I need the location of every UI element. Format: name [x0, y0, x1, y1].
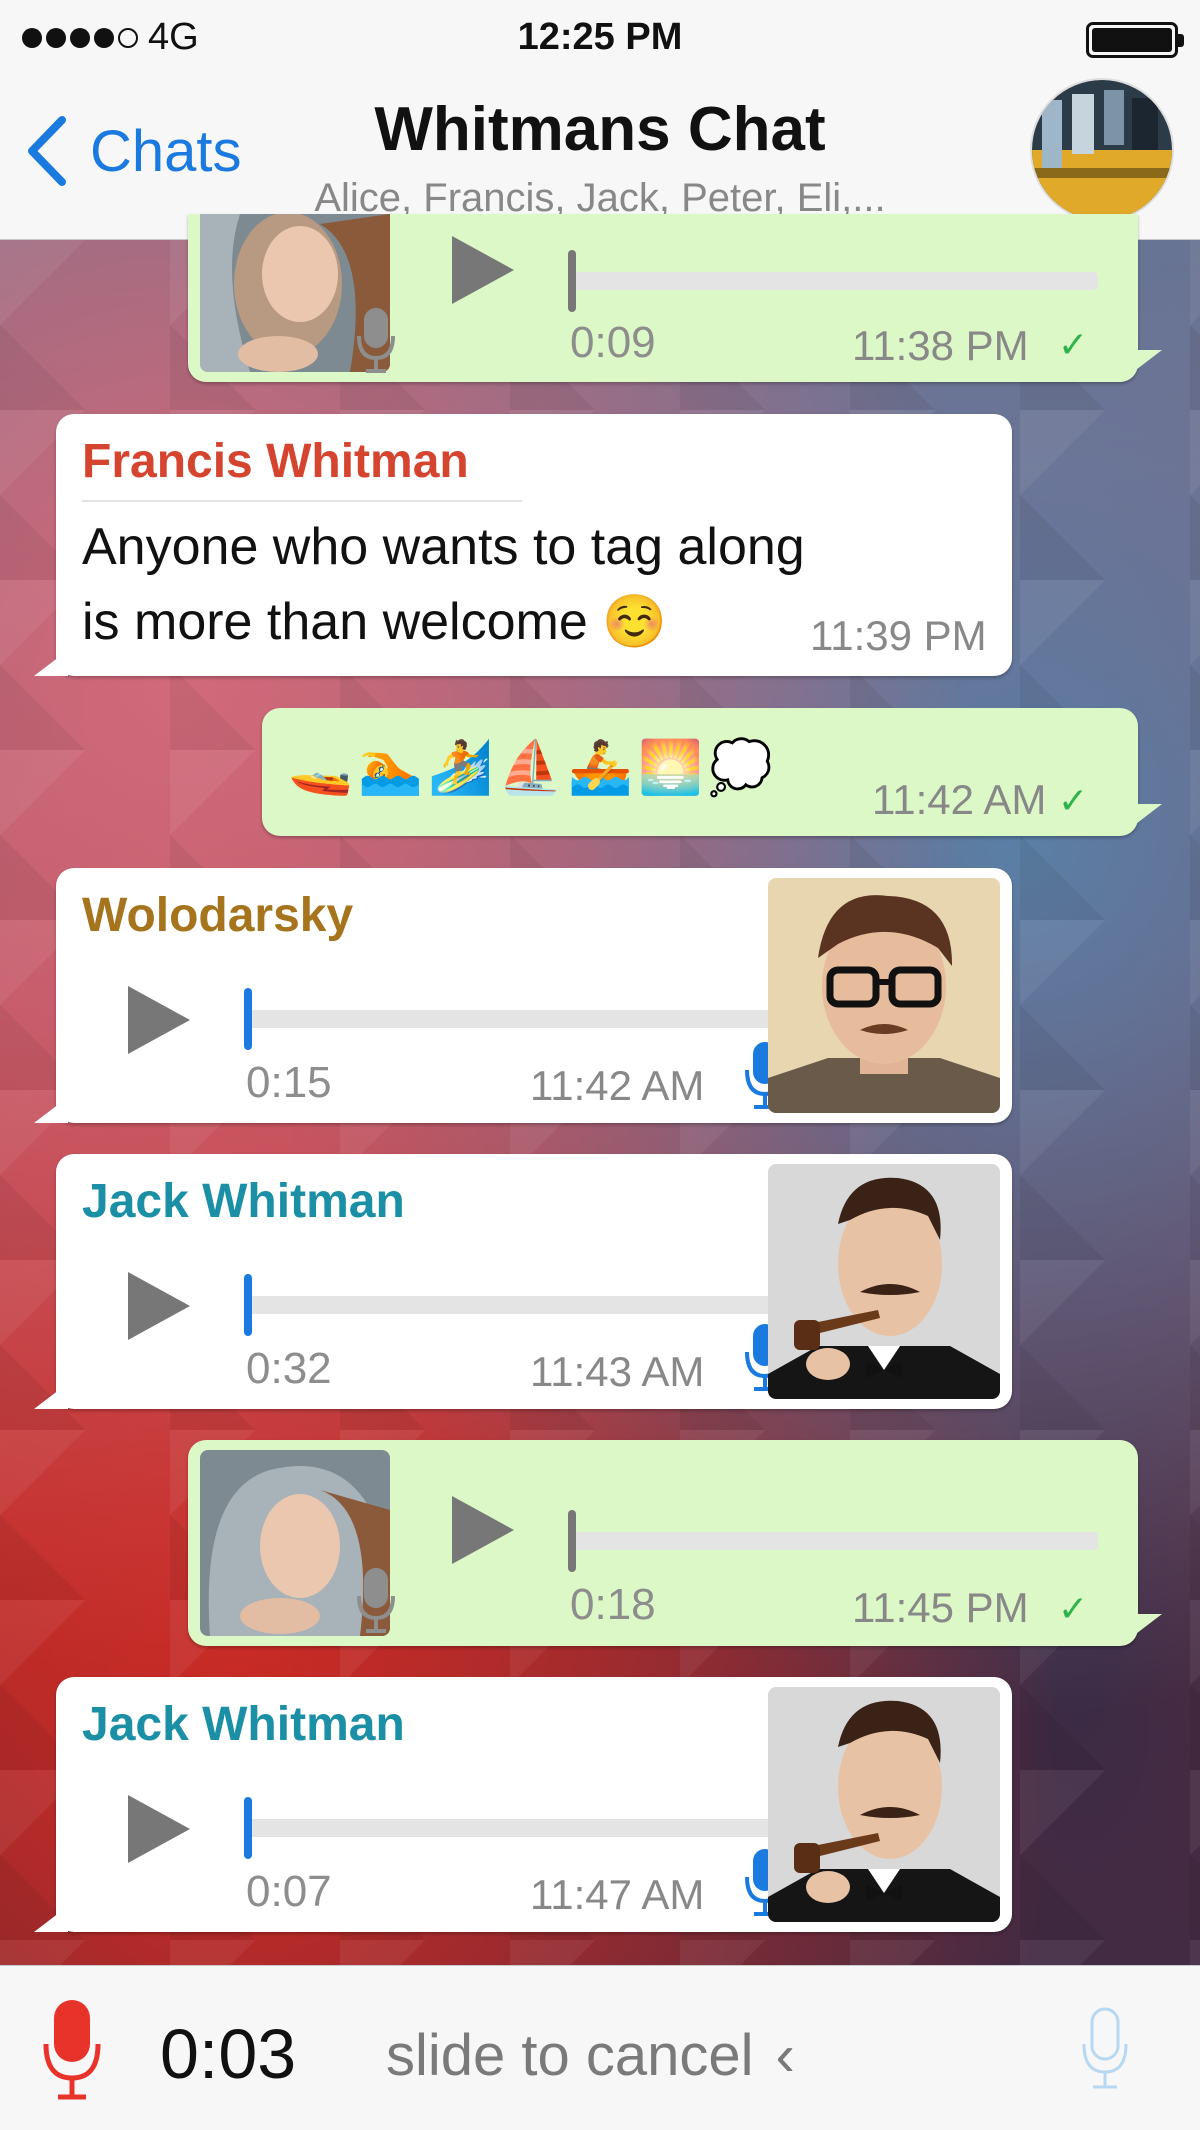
message-time: 11:43 AM	[530, 1348, 705, 1395]
sender-name: Francis Whitman	[82, 435, 469, 488]
sender-name: Wolodarsky	[82, 889, 354, 942]
recording-microphone-icon	[43, 2000, 101, 2100]
message-text: Anyone who wants to tag along is more th…	[82, 510, 805, 660]
chevron-left-icon: ‹	[775, 2023, 795, 2088]
voice-duration: 0:18	[570, 1580, 656, 1629]
microphone-button-icon[interactable]	[1080, 2006, 1130, 2092]
sailboat-emoji: ⛵	[498, 739, 563, 797]
message-time: 11:47 AM	[530, 1871, 705, 1918]
thought-bubble-emoji: 💭	[708, 739, 773, 797]
message-line: is more than welcome ☺️	[82, 593, 667, 651]
emoji-message-outgoing[interactable]: 🚤 🏊 🏄 ⛵ 🚣 🌅 💭 11:42 AM ✓	[262, 708, 1138, 836]
swimmer-emoji: 🏊	[358, 739, 423, 797]
play-icon[interactable]	[452, 1496, 514, 1564]
voice-message-incoming[interactable]: Jack Whitman 0:32 11:43 AM	[34, 1154, 1012, 1409]
voice-message-outgoing[interactable]: 0:18 11:45 PM ✓	[188, 1440, 1138, 1646]
voice-message-incoming[interactable]: Jack Whitman 0:07 11:47 AM	[34, 1677, 1012, 1932]
rowboat-emoji: 🚣	[568, 739, 633, 797]
audio-progress-track[interactable]	[244, 1296, 774, 1314]
message-time: 11:42 AM	[530, 1062, 705, 1109]
play-icon[interactable]	[128, 986, 190, 1054]
voice-duration: 0:32	[246, 1344, 332, 1393]
battery-icon	[1086, 22, 1184, 58]
voice-duration: 0:15	[246, 1058, 332, 1107]
message-time: 11:39 PM	[810, 612, 987, 659]
message-time: 11:38 PM	[852, 322, 1029, 369]
group-avatar[interactable]	[1030, 78, 1174, 222]
surfer-emoji: 🏄	[428, 739, 493, 797]
voice-duration: 0:07	[246, 1867, 332, 1916]
voice-duration: 0:09	[570, 318, 656, 367]
audio-scrubber[interactable]	[568, 250, 576, 312]
microphone-icon	[357, 1568, 395, 1633]
sender-name: Jack Whitman	[82, 1698, 405, 1751]
audio-progress-track[interactable]	[244, 1819, 774, 1837]
sender-divider	[82, 500, 522, 502]
play-icon[interactable]	[452, 236, 514, 304]
audio-progress-track[interactable]	[244, 1010, 774, 1028]
emoji-row: 🚤 🏊 🏄 ⛵ 🚣 🌅 💭	[288, 736, 773, 800]
audio-scrubber[interactable]	[244, 1274, 252, 1336]
sender-avatar	[768, 1687, 1000, 1922]
recording-bar: 0:03 slide to cancel ‹	[0, 1965, 1200, 2130]
message-time: 11:42 AM	[872, 776, 1047, 823]
speedboat-emoji: 🚤	[288, 739, 353, 797]
message-line: Anyone who wants to tag along	[82, 518, 805, 576]
play-icon[interactable]	[128, 1795, 190, 1863]
delivered-check-icon: ✓	[1058, 780, 1089, 821]
delivered-check-icon: ✓	[1058, 1588, 1089, 1629]
slide-to-cancel-label: slide to cancel	[386, 2023, 754, 2088]
play-icon[interactable]	[128, 1272, 190, 1340]
sunrise-emoji: 🌅	[638, 739, 703, 797]
audio-progress-track[interactable]	[568, 272, 1098, 290]
audio-progress-track[interactable]	[568, 1532, 1098, 1550]
voice-message-incoming[interactable]: Wolodarsky 0:15 11:42 AM	[34, 868, 1012, 1123]
smile-emoji: ☺️	[602, 593, 667, 651]
audio-scrubber[interactable]	[244, 988, 252, 1050]
delivered-check-icon: ✓	[1058, 324, 1089, 365]
audio-scrubber[interactable]	[244, 1797, 252, 1859]
microphone-icon	[357, 308, 395, 373]
text-message-incoming[interactable]: Francis Whitman Anyone who wants to tag …	[34, 414, 1012, 676]
audio-scrubber[interactable]	[568, 1510, 576, 1572]
slide-to-cancel[interactable]: slide to cancel ‹	[386, 2022, 795, 2089]
chat-title[interactable]: Whitmans Chat	[0, 94, 1200, 165]
recording-timer: 0:03	[160, 2015, 297, 2093]
voice-message-outgoing[interactable]: 0:09 11:38 PM ✓	[188, 214, 1138, 382]
status-bar: 4G 12:25 PM	[0, 0, 1200, 76]
message-time: 11:45 PM	[852, 1584, 1029, 1631]
status-time: 12:25 PM	[517, 16, 683, 58]
sender-avatar	[768, 878, 1000, 1113]
sender-avatar	[768, 1164, 1000, 1399]
sender-name: Jack Whitman	[82, 1175, 405, 1228]
